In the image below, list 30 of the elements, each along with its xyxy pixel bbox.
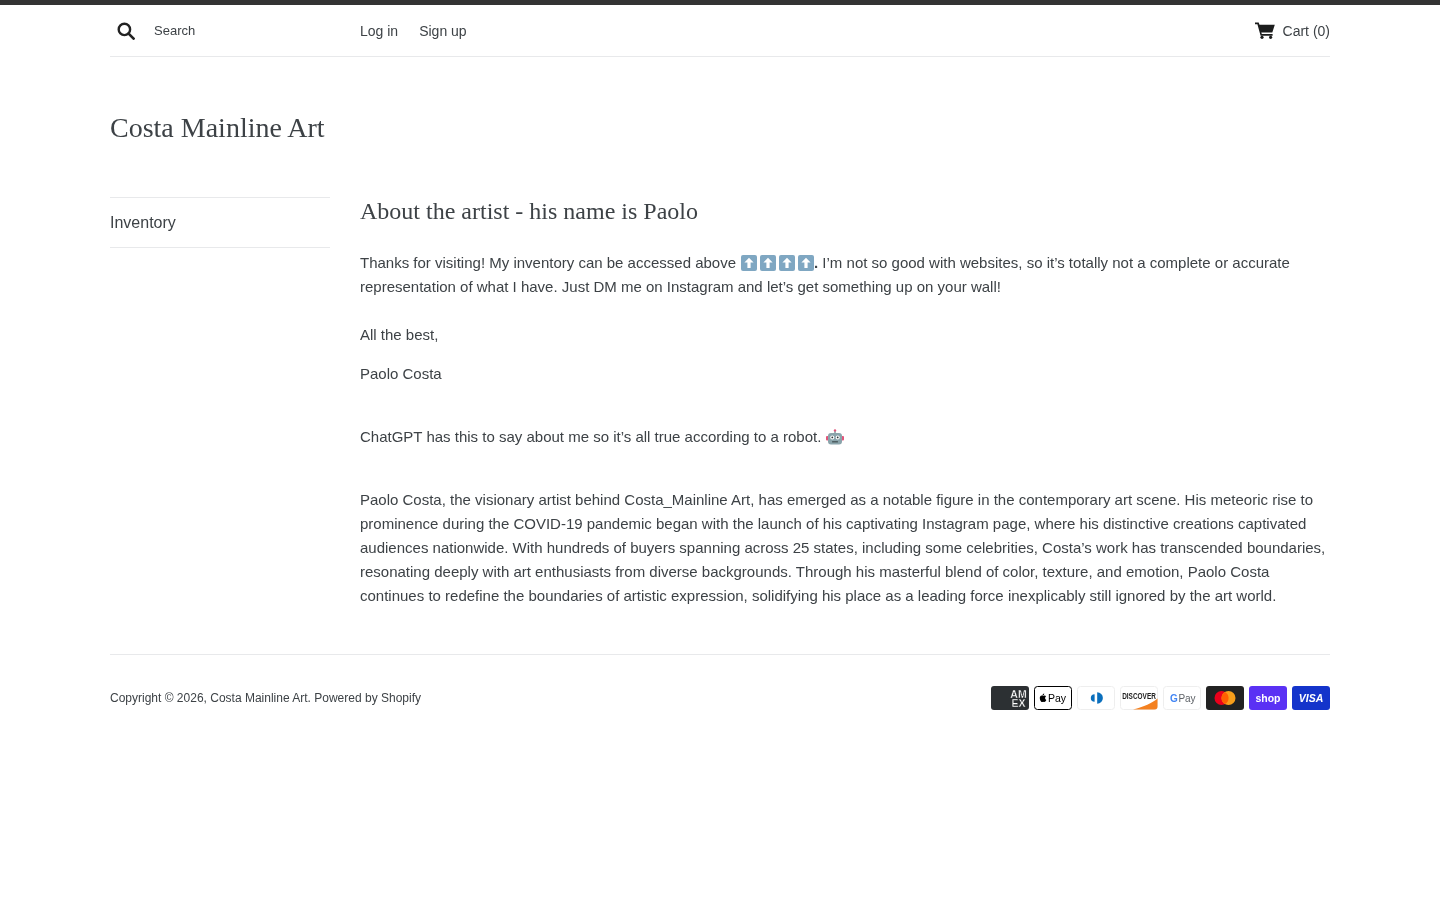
- header-link[interactable]: Sign up: [419, 21, 467, 40]
- payment-method-icon: [1077, 686, 1115, 710]
- paragraph-text: . I’m not so good with websites, so it’s totally not a complete or accurate: [814, 253, 1290, 273]
- paragraph-text: Thanks for visiting! My inventory can be accessed above: [360, 253, 737, 273]
- payment-method-icon: AM EX: [991, 686, 1029, 710]
- header-link[interactable]: Log in: [360, 21, 399, 40]
- search-icon: [117, 21, 135, 40]
- payment-method-icon: GPay: [1163, 686, 1201, 710]
- payment-method-icon: Pay: [1034, 686, 1072, 710]
- arrow-up-icon: [760, 255, 777, 271]
- payment-method-icon: DISCOVER: [1120, 686, 1158, 710]
- payment-method-icon: [1206, 686, 1244, 710]
- cart-icon: [1254, 22, 1275, 39]
- arrow-up-icon: [798, 255, 815, 271]
- robot-icon: [826, 429, 845, 445]
- paragraph-text: Paolo Costa, the visionary artist behind Costa_Mainline Art, has emerged as a notable figure in the contemporary art scene. His meteoric rise to prominence during the COVID-19 pandemic began with the launch of his captivating Instagram page, where his distinctive creations captivated audiences nationwide. With hundreds of buyers spanning across 25 states, including some celebrities, Costa’s work has transcended boundaries, resonating deeply with art enthusiasts from diverse backgrounds. Through his masterful blend of color, texture, and emotion, Paolo Costa continues to redefine the boundaries of artistic expression, solidifying his place as a leading force inexplicably still ignored by the art world.: [360, 491, 1326, 604]
- paragraph-text: All the best,: [360, 326, 439, 343]
- arrow-up-icon: [741, 255, 758, 271]
- search-field[interactable]: Search: [147, 20, 330, 41]
- paragraph-text: representation of what I have. Just DM me on Instagram and let’s get something up on your wall!: [360, 277, 1001, 297]
- arrow-up-icon: [779, 255, 796, 271]
- page-title: About the artist - his name is Paolo: [360, 197, 699, 226]
- payment-method-icon: VISA: [1292, 686, 1330, 710]
- payment-method-icon: shop: [1249, 686, 1287, 710]
- paragraph-text: Paolo Costa: [360, 365, 442, 382]
- sidebar-link[interactable]: Inventory: [110, 198, 330, 247]
- paragraph-text: ChatGPT has this to say about me so it’s all true according to a robot.: [360, 427, 822, 447]
- cart-link[interactable]: Cart (0): [1254, 21, 1330, 40]
- site-title-link[interactable]: Costa Mainline Art: [110, 111, 325, 145]
- copyright-text: Copyright © 2026, Costa Mainline Art. Powered by Shopify: [110, 690, 421, 706]
